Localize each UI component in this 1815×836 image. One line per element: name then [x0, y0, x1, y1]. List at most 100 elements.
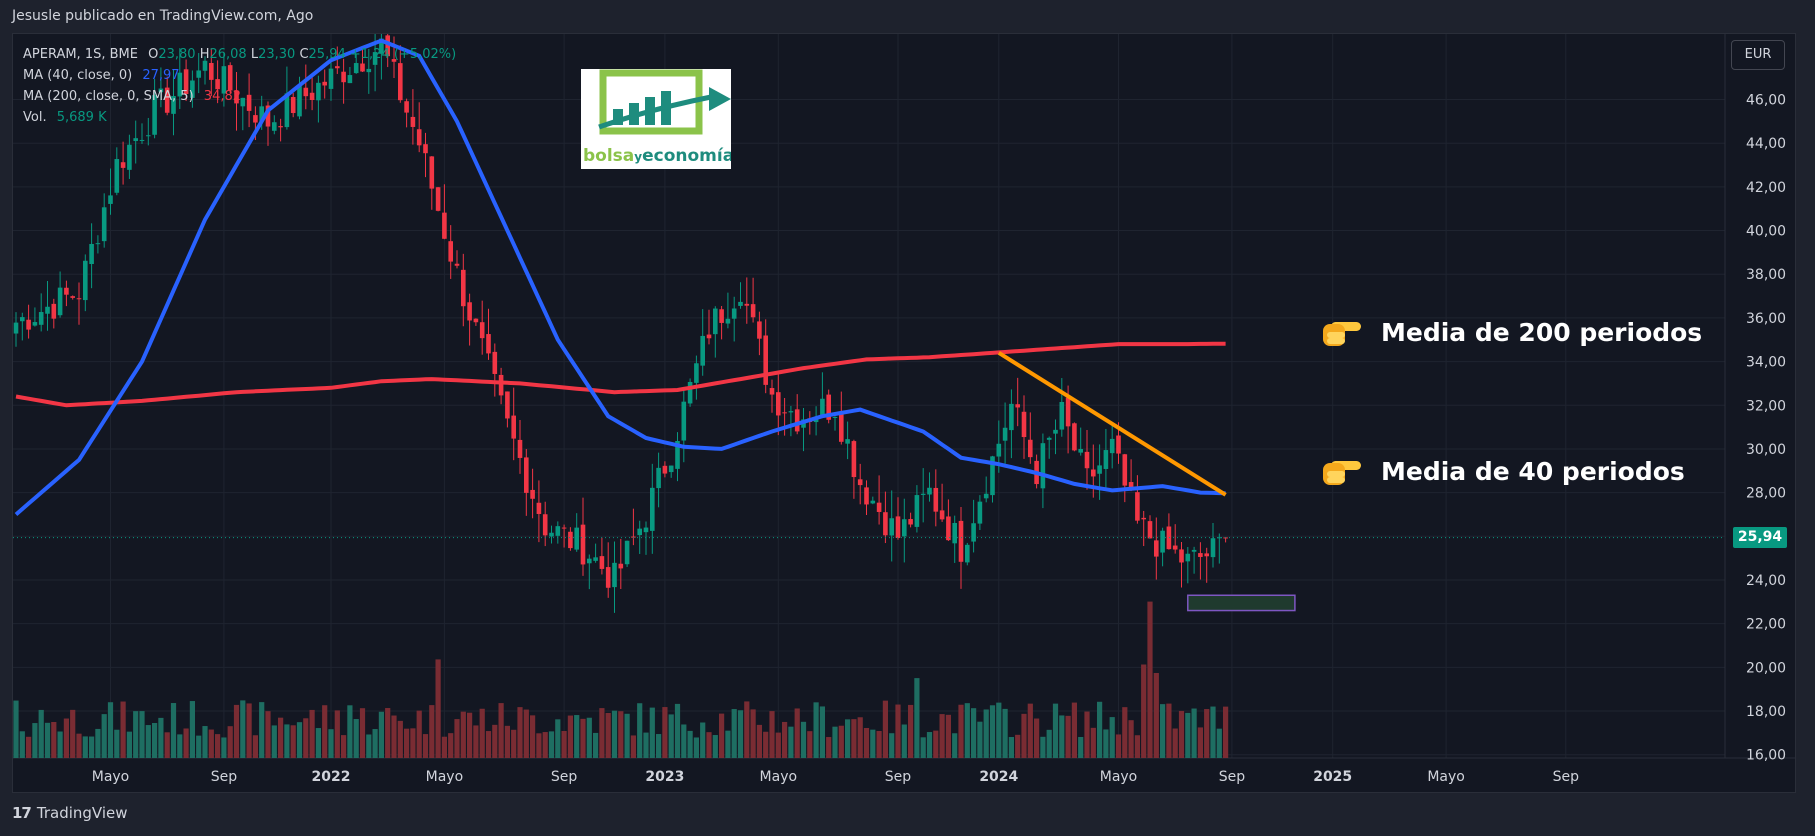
legend-volume-row[interactable]: Vol. 5,689 K [23, 107, 456, 128]
candle-body [51, 303, 57, 319]
volume-bar [448, 733, 454, 758]
candle-body [429, 156, 435, 189]
volume-bar [618, 711, 624, 758]
volume-bar [152, 723, 158, 758]
candle-body [593, 557, 598, 561]
candle-body [1160, 530, 1165, 553]
candle-body [32, 322, 38, 326]
ma200-line [15, 341, 1226, 408]
volume-bar [89, 736, 95, 758]
candle-body [605, 567, 611, 588]
volume-bar [227, 726, 233, 758]
legend-close: 25,94 [308, 47, 346, 62]
volume-bar [996, 702, 1002, 758]
candle-body [1122, 454, 1128, 486]
price-axis-label: 32,00 [1746, 398, 1786, 414]
candle-body [542, 514, 548, 536]
volume-bar [70, 709, 76, 758]
volume-bar [1002, 708, 1008, 758]
candle-body [851, 441, 857, 478]
volume-bar [1027, 703, 1033, 758]
legend-ma40-value: 27,97 [142, 68, 180, 83]
candle-body [870, 500, 876, 504]
candle-body [656, 467, 661, 489]
candle-body [467, 302, 472, 321]
last-price-tag: 25,94 [1733, 527, 1787, 549]
candle-body [908, 519, 913, 525]
legend-high: 26,08 [209, 47, 247, 62]
legend-open: 23,80 [158, 47, 196, 62]
candle-body [1009, 403, 1014, 431]
price-axis-label: 44,00 [1746, 136, 1786, 152]
volume-bar [51, 721, 57, 758]
candle-body [13, 322, 19, 334]
legend-close-label: C [299, 47, 309, 62]
volume-bar [656, 734, 662, 758]
volume-bar [599, 708, 605, 758]
candle-body [435, 187, 441, 211]
volume-bar [1197, 727, 1203, 758]
candle-body [479, 322, 485, 339]
volume-bar [63, 718, 69, 758]
candle-body [1097, 465, 1102, 474]
volume-bar [385, 708, 391, 758]
time-axis-label: Sep [885, 769, 912, 785]
currency-selector[interactable]: EUR [1731, 40, 1785, 70]
candle-body [448, 241, 453, 262]
legend-ma200-row[interactable]: MA (200, close, 0, SMA, 5) 34,82 [23, 86, 456, 107]
candle-body [1072, 423, 1077, 451]
volume-bar [460, 711, 466, 758]
volume-bar [782, 721, 788, 758]
candle-body [763, 335, 768, 385]
volume-bar [889, 733, 895, 758]
volume-bar [1084, 711, 1090, 758]
candle-body [1040, 443, 1046, 489]
volume-bar [353, 719, 359, 758]
time-axis-label: Mayo [426, 769, 464, 785]
candle-body [492, 351, 498, 374]
pointing-hand-icon [1321, 453, 1365, 491]
volume-bar [611, 710, 618, 758]
volume-bar [1153, 673, 1159, 758]
legend-ma40-row[interactable]: MA (40, close, 0) 27,97 [23, 65, 456, 86]
candle-body [820, 398, 825, 416]
candle-body [524, 457, 529, 493]
volume-bar [687, 730, 693, 758]
candle-body [965, 544, 970, 563]
volume-bar [530, 715, 536, 758]
legend-open-label: O [148, 47, 159, 62]
volume-bar [737, 710, 744, 758]
candle-body [1147, 521, 1153, 539]
candle-body [876, 502, 882, 512]
volume-bar [334, 710, 340, 758]
volume-bar [542, 732, 548, 758]
volume-bar [341, 735, 347, 758]
volume-bar [265, 711, 271, 758]
tradingview-logo-icon[interactable]: 17 [12, 804, 32, 822]
volume-bar [454, 719, 460, 758]
volume-bar [57, 731, 63, 758]
volume-bar [1071, 702, 1077, 758]
volume-bar [725, 730, 731, 758]
price-chart[interactable]: 46,00 44,00 42,00 40,00 38,00 36,00 34,00 32,00… [13, 34, 1796, 793]
candle-body [1015, 404, 1020, 408]
candle-body [719, 309, 724, 323]
volume-bar [605, 712, 611, 758]
candle-body [580, 524, 586, 565]
candle-body [788, 411, 794, 413]
candle-body [776, 392, 781, 416]
volume-bar [788, 726, 794, 758]
candle-body [146, 135, 151, 137]
chart-panel[interactable]: 46,00 44,00 42,00 40,00 38,00 36,00 34,00 32,00… [12, 33, 1796, 793]
volume-bar [359, 708, 366, 758]
candle-body [555, 526, 561, 536]
legend-symbol-row[interactable]: APERAM, 1S, BME O23,80 H26,08 L23,30 C25… [23, 44, 456, 65]
volume-bar [76, 733, 82, 758]
volume-bar [756, 724, 762, 758]
footer-brand[interactable]: TradingView [37, 804, 128, 822]
volume-bar [1040, 736, 1046, 758]
candle-body [1166, 526, 1172, 550]
volume-bar [1223, 706, 1229, 758]
candle-body [845, 439, 850, 444]
volume-bar [958, 704, 964, 758]
